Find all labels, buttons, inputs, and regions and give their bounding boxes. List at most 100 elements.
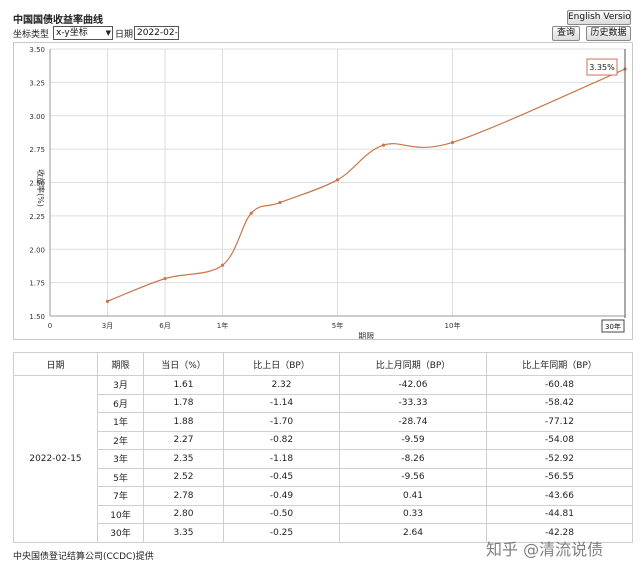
page-title: 中国国债收益率曲线 xyxy=(13,15,103,26)
header-vs-prev-day: 比上日（BP） xyxy=(223,352,340,376)
table-row: 10年 2.80 -0.50 0.33 -44.81 xyxy=(14,504,633,524)
vs-prev-day-cell: -1.14 xyxy=(223,393,340,413)
table-row: 5年 2.52 -0.45 -9.56 -56.55 xyxy=(14,467,633,487)
yield-curve-chart[interactable]: 1.50 1.75 2.00 2.25 2.50 2.75 3.00 3.25 3.50 0 3月 6… xyxy=(13,42,633,340)
date-cell: 2022-02-15 xyxy=(13,375,98,543)
vs-prev-month-cell: 0.33 xyxy=(339,504,487,524)
term-cell: 5年 xyxy=(97,467,144,487)
table-body: 2022-02-15 3月 1.61 2.32 -42.06 -60.48 6月 1.78 -1… xyxy=(13,375,633,543)
today-cell: 2.80 xyxy=(143,504,224,524)
date-input[interactable]: 2022-02-15 xyxy=(134,26,179,40)
vs-prev-year-cell: -43.66 xyxy=(486,486,633,506)
date-label: 日期 xyxy=(115,30,134,40)
today-cell: 2.35 xyxy=(143,449,224,469)
term-cell: 1年 xyxy=(97,412,144,432)
header-term: 期限 xyxy=(97,352,144,376)
query-button[interactable]: 查询 xyxy=(552,26,580,41)
y-tick-label: 3.25 xyxy=(29,79,45,87)
data-point xyxy=(335,178,340,182)
header-vs-prev-month: 比上月同期（BP） xyxy=(339,352,487,376)
table-row: 3年 2.35 -1.18 -8.26 -52.92 xyxy=(14,449,633,469)
coord-type-value: x-y坐标 xyxy=(56,28,88,38)
vs-prev-month-cell: -42.06 xyxy=(339,375,487,395)
x-tick-label: 6月 xyxy=(159,322,170,330)
x-tick-label: 3月 xyxy=(102,322,113,330)
today-cell: 1.61 xyxy=(143,375,224,395)
vs-prev-year-cell: -60.48 xyxy=(486,375,633,395)
vs-prev-year-cell: -58.42 xyxy=(486,393,633,413)
vs-prev-month-cell: 2.64 xyxy=(339,523,487,543)
cursor-label: 30年 xyxy=(605,322,621,331)
provider-note: 中央国债登记结算公司(CCDC)提供 xyxy=(13,552,154,562)
chevron-down-icon: ▼ xyxy=(105,29,111,37)
vs-prev-day-cell: -0.82 xyxy=(223,430,340,450)
vs-prev-year-cell: -44.81 xyxy=(486,504,633,524)
y-tick-label: 2.00 xyxy=(29,246,45,254)
vs-prev-day-cell: -0.50 xyxy=(223,504,340,524)
tooltip-value: 3.35% xyxy=(589,63,615,72)
vs-prev-year-cell: -52.92 xyxy=(486,449,633,469)
vs-prev-day-cell: -0.25 xyxy=(223,523,340,543)
vs-prev-year-cell: -77.12 xyxy=(486,412,633,432)
yield-table-wrap: 日期 期限 当日（%） 比上日（BP） 比上月同期（BP） 比上年同期（BP） … xyxy=(13,352,633,543)
table-row: 2年 2.27 -0.82 -9.59 -54.08 xyxy=(14,430,633,450)
today-cell: 3.35 xyxy=(143,523,224,543)
watermark-text: 知乎 @清流说债 xyxy=(486,540,604,559)
x-tick-label: 5年 xyxy=(332,321,343,330)
data-point xyxy=(105,299,110,303)
data-point xyxy=(381,143,386,147)
vs-prev-day-cell: -0.45 xyxy=(223,467,340,487)
table-row: 6月 1.78 -1.14 -33.33 -58.42 xyxy=(14,393,633,413)
term-cell: 10年 xyxy=(97,504,144,524)
y-tick-label: 3.50 xyxy=(29,46,45,54)
today-cell: 2.27 xyxy=(143,430,224,450)
term-cell: 2年 xyxy=(97,430,144,450)
y-tick-label: 2.25 xyxy=(29,213,45,221)
yield-curve-line xyxy=(107,68,626,302)
term-cell: 6月 xyxy=(97,393,144,413)
vs-prev-month-cell: -33.33 xyxy=(339,393,487,413)
header-vs-prev-year: 比上年同期（BP） xyxy=(486,352,633,376)
table-header-row: 日期 期限 当日（%） 比上日（BP） 比上月同期（BP） 比上年同期（BP） xyxy=(13,352,633,376)
header-date: 日期 xyxy=(13,352,98,376)
y-tick-label: 2.75 xyxy=(29,146,45,154)
term-cell: 3月 xyxy=(97,375,144,395)
data-point xyxy=(220,263,225,267)
x-axis-label: 期限 xyxy=(358,332,374,339)
yield-curve-svg: 1.501.752.002.252.502.753.003.253.500 3月 6… xyxy=(29,46,627,339)
english-version-button[interactable]: English Version xyxy=(567,10,631,25)
term-cell: 3年 xyxy=(97,449,144,469)
data-point xyxy=(450,140,455,145)
term-cell: 30年 xyxy=(97,523,144,543)
vs-prev-month-cell: -8.26 xyxy=(339,449,487,469)
table-row: 2022-02-15 3月 1.61 2.32 -42.06 -60.48 xyxy=(13,375,633,543)
y-tick-label: 1.50 xyxy=(29,313,45,321)
table-row: 1年 1.88 -1.70 -28.74 -77.12 xyxy=(14,412,633,432)
vs-prev-year-cell: -56.55 xyxy=(486,467,633,487)
vs-prev-day-cell: -1.18 xyxy=(223,449,340,469)
data-point xyxy=(249,211,253,215)
coord-type-label: 坐标类型 xyxy=(13,30,50,40)
vs-prev-month-cell: 0.41 xyxy=(339,486,487,506)
vs-prev-day-cell: 2.32 xyxy=(223,375,340,395)
vs-prev-day-cell: -0.49 xyxy=(223,486,340,506)
coord-type-select[interactable]: x-y坐标 ▼ xyxy=(53,26,113,40)
y-tick-label: 3.00 xyxy=(29,113,45,121)
today-cell: 2.52 xyxy=(143,467,224,487)
vs-prev-month-cell: -28.74 xyxy=(339,412,487,432)
today-cell: 1.88 xyxy=(143,412,224,432)
x-tick-label: 1年 xyxy=(217,321,228,330)
data-point xyxy=(163,277,167,281)
vs-prev-year-cell: -54.08 xyxy=(486,430,633,450)
toolbar: 中国国债收益率曲线 English Version 坐标类型 x-y坐标 ▼ 日… xyxy=(0,0,640,44)
history-data-button[interactable]: 历史数据 xyxy=(586,26,631,41)
today-cell: 1.78 xyxy=(143,393,224,413)
header-today: 当日（%） xyxy=(143,352,224,376)
vs-prev-month-cell: -9.56 xyxy=(339,467,487,487)
vs-prev-day-cell: -1.70 xyxy=(223,412,340,432)
x-tick-label: 0 xyxy=(48,322,52,330)
today-cell: 2.78 xyxy=(143,486,224,506)
term-cell: 7年 xyxy=(97,486,144,506)
y-tick-label: 1.75 xyxy=(29,280,45,288)
data-point xyxy=(278,200,282,205)
